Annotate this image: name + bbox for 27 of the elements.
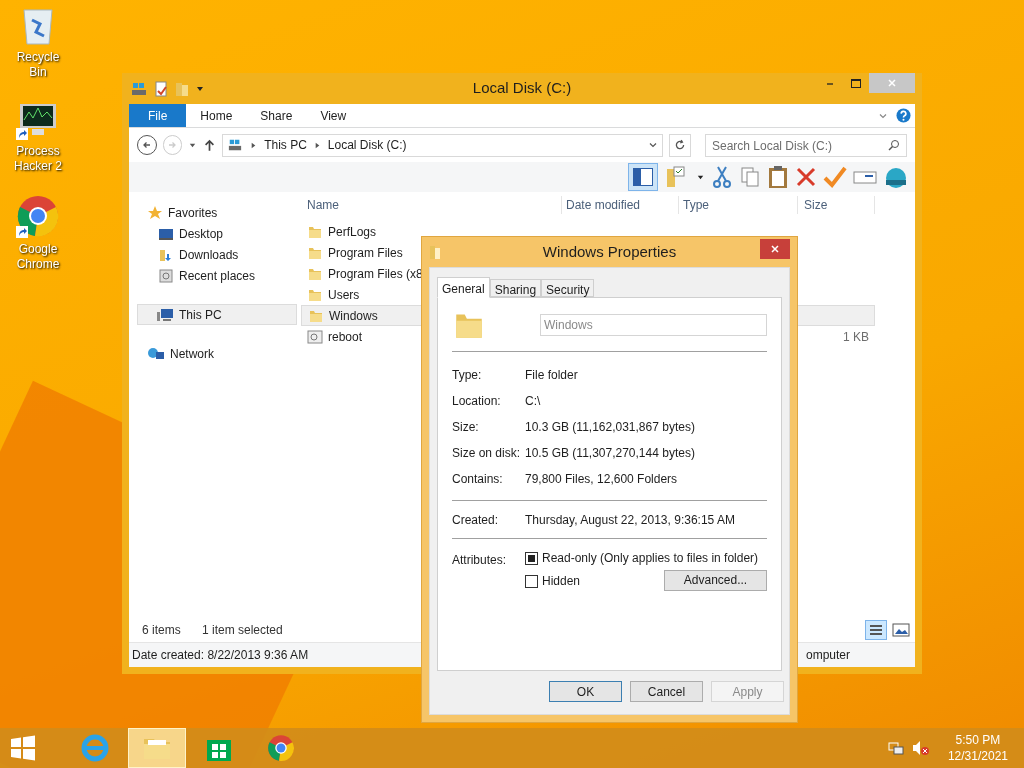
date-created-text: Date created: 8/22/2013 9:36 AM [132,647,309,664]
file-name: PerfLogs [328,223,377,241]
property-label: Size on disk: [452,445,522,462]
property-value: 10.3 GB (11,162,031,867 bytes) [525,419,695,436]
file-name: Program Files [328,244,403,262]
property-label: Attributes: [452,552,508,569]
clock-time: 5:50 PM [955,732,1001,748]
property-label: Size: [452,419,480,436]
file-name: reboot [328,328,363,346]
property-label: Location: [452,393,502,410]
selection-status: 1 item selected [202,622,283,639]
property-value: Thursday, August 22, 2013, 9:36:15 AM [525,511,735,529]
dialog-title: Windows Properties [542,241,677,262]
property-label: Created: [452,511,500,529]
property-label: Contains: [452,471,504,488]
property-label: Type: [452,367,483,384]
item-count: 6 items [142,622,182,639]
property-value: C:\ [525,393,541,410]
property-value: 79,800 Files, 12,600 Folders [525,471,678,488]
file-name: Users [328,286,360,304]
file-size: 1 KB [842,328,870,346]
clock-date: 12/31/2021 [947,748,1008,764]
property-value: 10.5 GB (11,307,270,144 bytes) [525,445,695,462]
window-title: Local Disk (C:) [472,78,572,99]
details-bar-text: omputer [805,647,850,664]
property-value: File folder [525,367,578,384]
file-name: Windows [329,307,378,325]
